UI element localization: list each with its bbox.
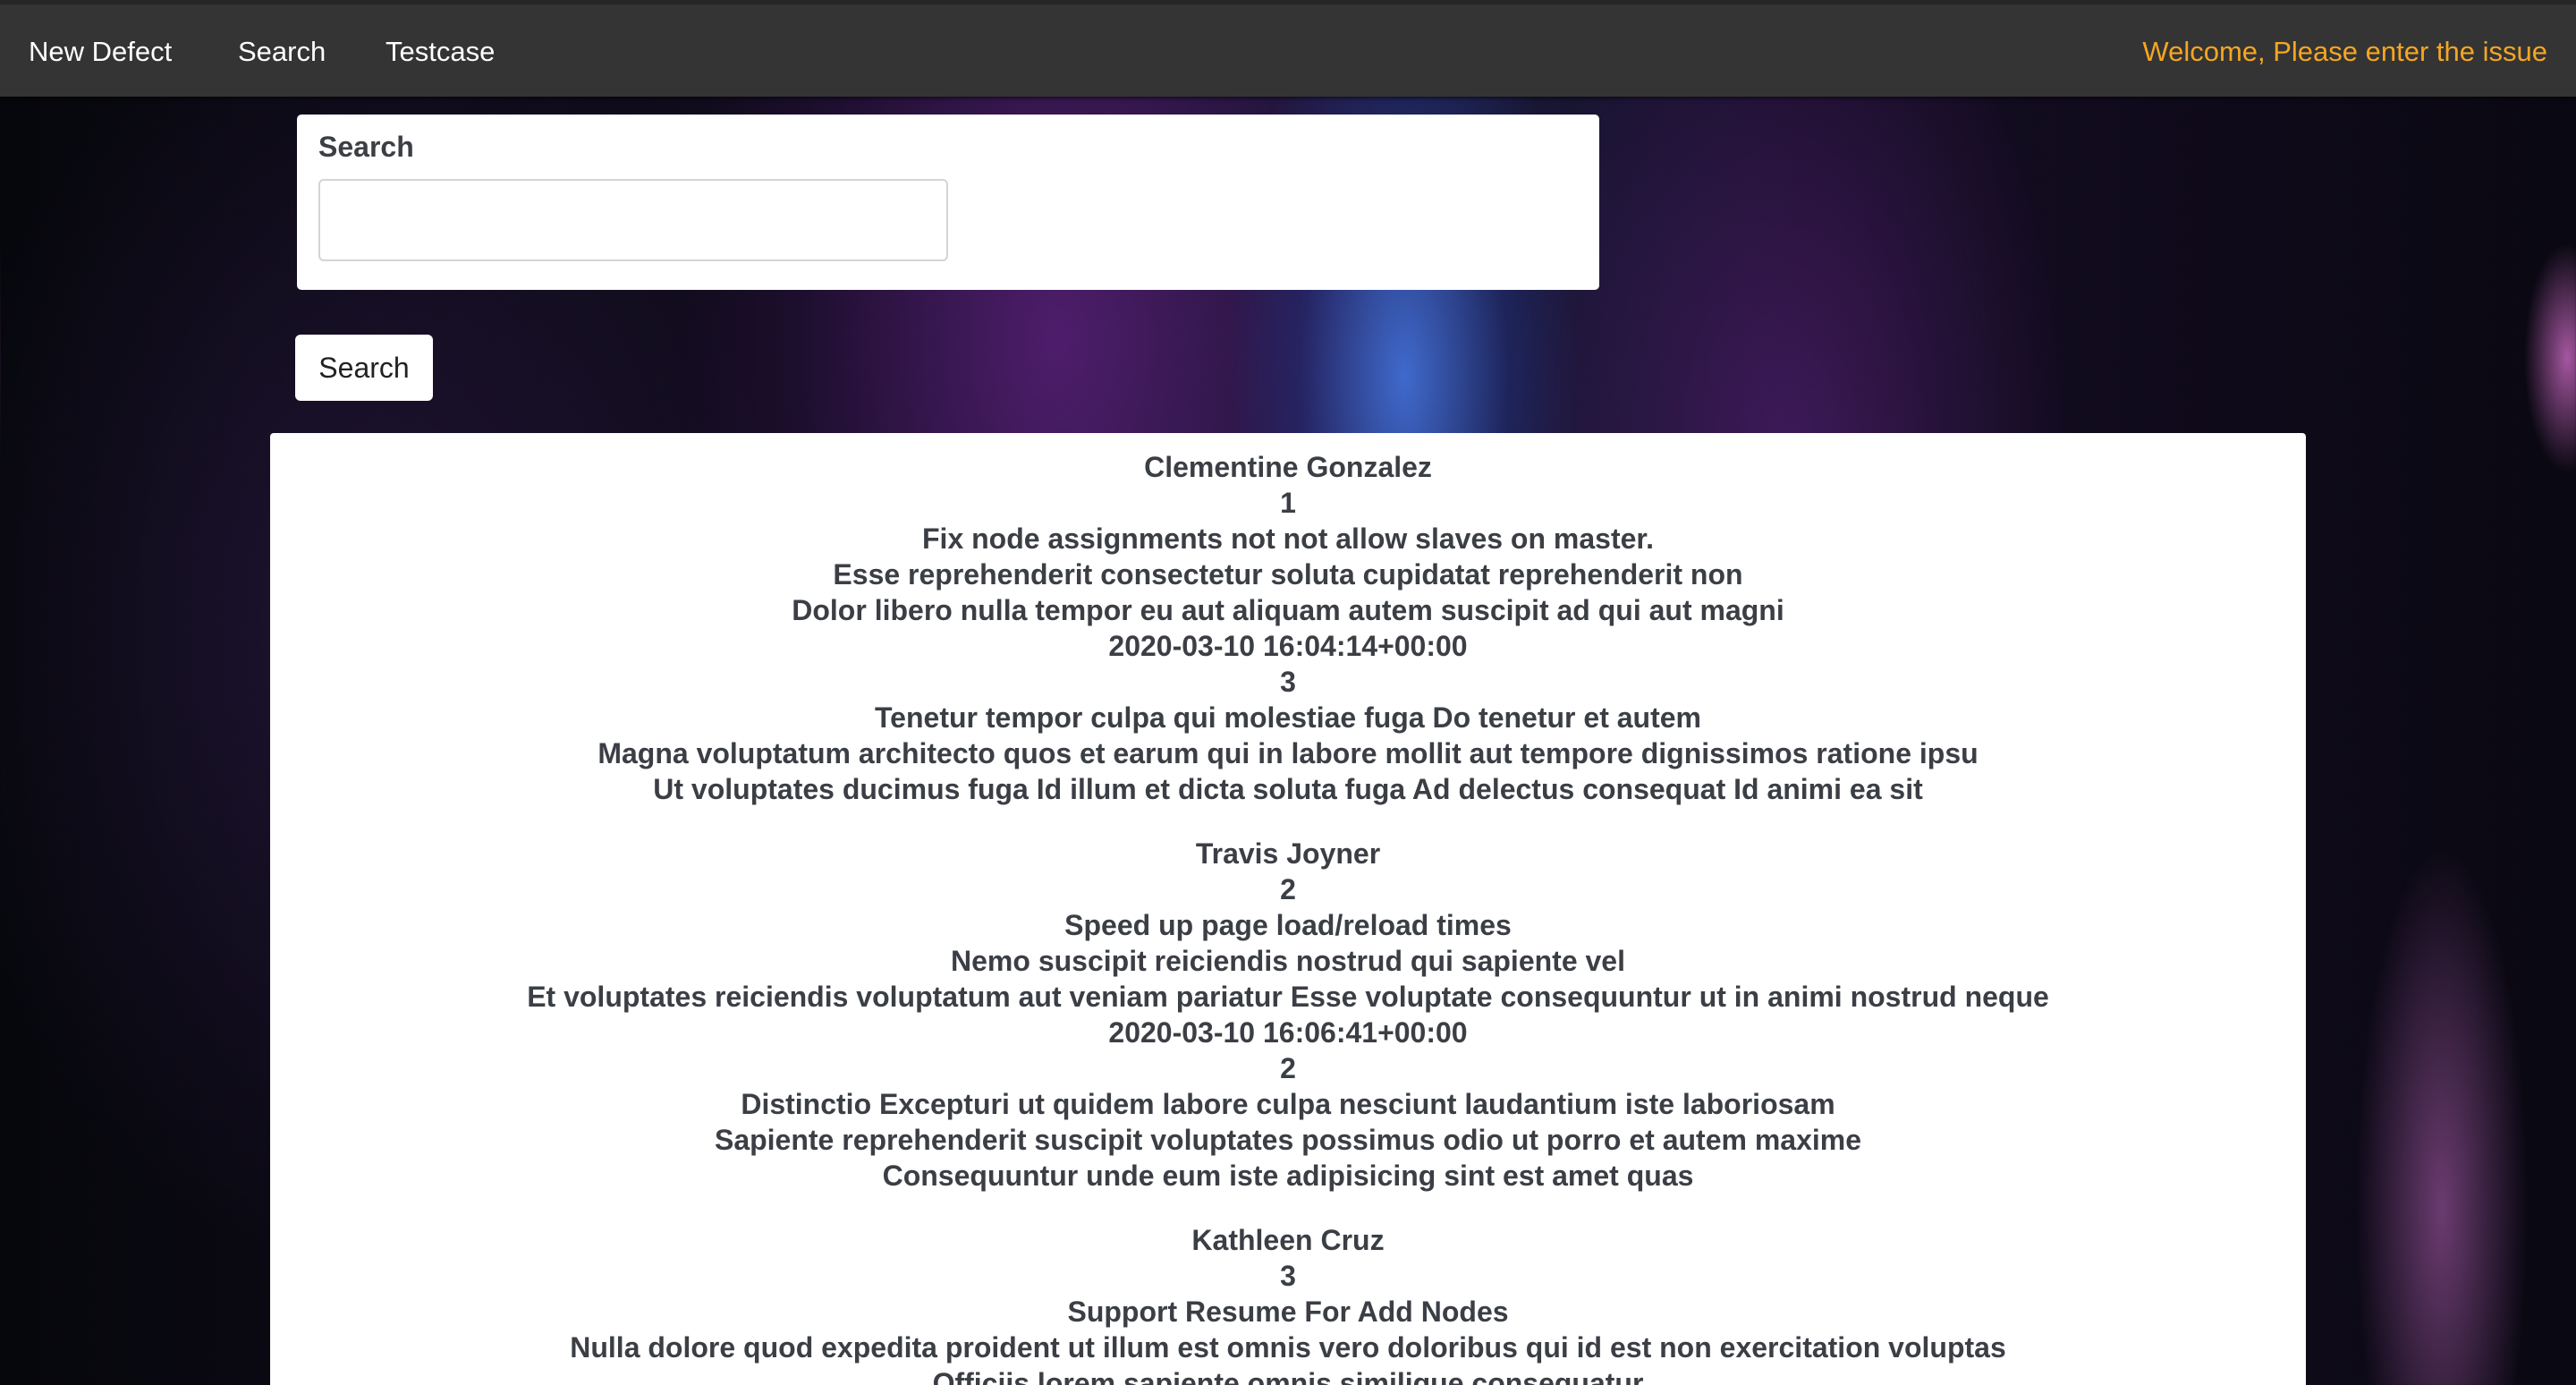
result-priority: 3 <box>1280 666 1296 698</box>
result-steps: Distinctio Excepturi ut quidem labore cu… <box>741 1088 1835 1120</box>
search-card: Search <box>297 115 1599 290</box>
result-reporter: Travis Joyner <box>1195 837 1381 870</box>
result-item: Travis Joyner 2 Speed up page load/reloa… <box>270 836 2306 1194</box>
result-timestamp: 2020-03-10 16:04:14+00:00 <box>1108 630 1468 662</box>
result-item: Kathleen Cruz 3 Support Resume For Add N… <box>270 1222 2306 1385</box>
welcome-message: Welcome, Please enter the issue <box>2142 36 2547 67</box>
result-actual: Ut voluptates ducimus fuga Id illum et d… <box>653 773 1923 805</box>
search-label: Search <box>318 131 414 163</box>
result-id: 1 <box>1280 487 1296 519</box>
nav-search-link[interactable]: Search <box>238 35 326 68</box>
result-actual: Consequuntur unde eum iste adipisicing s… <box>882 1160 1694 1192</box>
result-expected: Magna voluptatum architecto quos et earu… <box>597 737 1979 769</box>
result-timestamp: 2020-03-10 16:06:41+00:00 <box>1108 1016 1468 1049</box>
result-title: Fix node assignments not not allow slave… <box>922 523 1654 555</box>
result-reporter: Clementine Gonzalez <box>1144 451 1432 483</box>
result-id: 3 <box>1280 1260 1296 1292</box>
result-description: Dolor libero nulla tempor eu aut aliquam… <box>792 594 1784 626</box>
result-title: Support Resume For Add Nodes <box>1067 1296 1509 1328</box>
result-description: Officiis lorem sapiente omnis similique … <box>932 1367 1644 1385</box>
results-panel: Clementine Gonzalez 1 Fix node assignmen… <box>270 433 2306 1385</box>
search-input[interactable] <box>318 179 948 261</box>
result-description: Et voluptates reiciendis voluptatum aut … <box>527 981 2049 1013</box>
nav-testcase-link[interactable]: Testcase <box>386 35 495 68</box>
search-button[interactable]: Search <box>295 335 433 401</box>
result-title: Speed up page load/reload times <box>1064 909 1512 941</box>
result-summary: Esse reprehenderit consectetur soluta cu… <box>833 558 1743 591</box>
result-expected: Sapiente reprehenderit suscipit voluptat… <box>714 1124 1862 1156</box>
nav-new-defect-link[interactable]: New Defect <box>29 35 172 68</box>
result-id: 2 <box>1280 873 1296 905</box>
result-item: Clementine Gonzalez 1 Fix node assignmen… <box>270 449 2306 807</box>
top-navbar: New Defect Search Testcase Welcome, Plea… <box>0 0 2576 97</box>
result-steps: Tenetur tempor culpa qui molestiae fuga … <box>875 701 1701 734</box>
result-reporter: Kathleen Cruz <box>1191 1224 1385 1256</box>
result-priority: 2 <box>1280 1052 1296 1084</box>
result-summary: Nemo suscipit reiciendis nostrud qui sap… <box>951 945 1625 977</box>
result-summary: Nulla dolore quod expedita proident ut i… <box>570 1331 2006 1364</box>
